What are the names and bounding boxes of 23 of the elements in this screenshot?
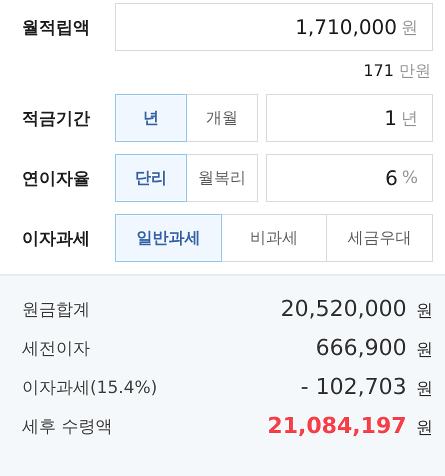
segment-option[interactable]: 월복리 <box>186 154 258 202</box>
result-value: 666,900 원 <box>316 336 433 361</box>
segment-option[interactable]: 개월 <box>186 94 258 142</box>
segment-option[interactable]: 일반과세 <box>115 214 222 262</box>
result-value: - 102,703 원 <box>300 375 433 400</box>
input-field[interactable]: 1,710,000 원 <box>115 3 433 51</box>
result-value: 21,084,197 원 <box>267 414 433 439</box>
result-label: 세전이자 <box>22 338 90 360</box>
segment-option[interactable]: 단리 <box>115 154 187 202</box>
field-label: 연이자율 <box>22 168 91 190</box>
result-value: 20,520,000 원 <box>280 297 433 322</box>
result-label: 이자과세(15.4%) <box>22 377 158 399</box>
segment-option[interactable]: 비과세 <box>220 214 328 262</box>
segment-option[interactable]: 세금우대 <box>326 214 434 262</box>
amount-hint: 171 만원 <box>362 61 431 82</box>
input-field[interactable]: 6 % <box>266 154 433 202</box>
result-label: 원금합계 <box>22 299 90 321</box>
segment-option[interactable]: 년 <box>115 94 187 142</box>
result-label: 세후 수령액 <box>22 416 112 438</box>
field-label: 이자과세 <box>22 228 91 250</box>
field-label: 적금기간 <box>22 108 91 130</box>
field-label: 월적립액 <box>22 16 91 38</box>
input-field[interactable]: 1 년 <box>266 94 433 142</box>
